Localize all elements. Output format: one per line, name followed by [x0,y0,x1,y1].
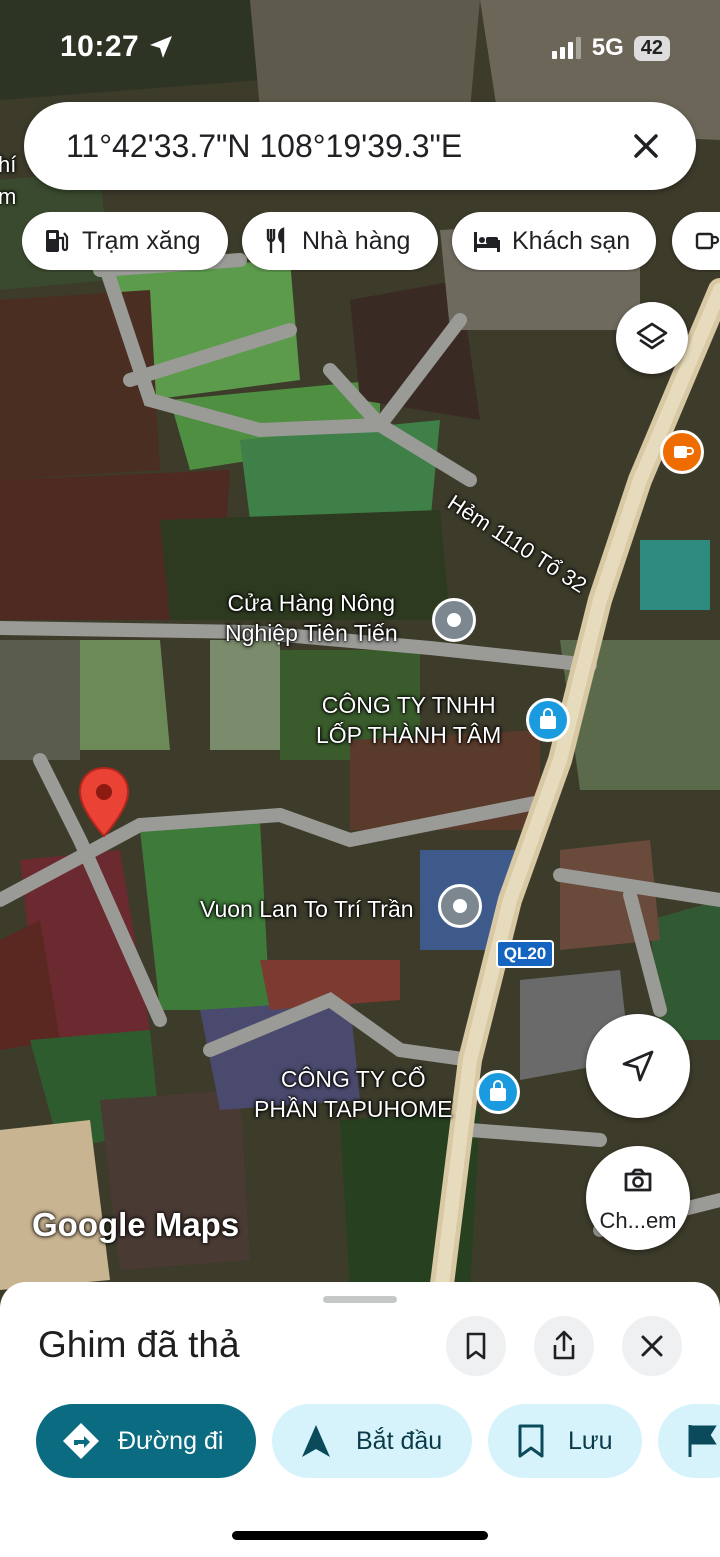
edge-place-label: hí [0,152,17,177]
sheet-title: Ghim đã thả [38,1324,240,1365]
shopping-marker[interactable] [476,1070,520,1114]
action-buttons: Đường đi Bắt đầu Lưu [0,1404,720,1480]
google-maps-watermark: Google Maps [32,1206,240,1243]
share-button[interactable] [534,1316,594,1376]
chip-cafe[interactable] [672,212,720,270]
my-location-button[interactable] [586,1014,690,1118]
place-label[interactable]: Vuon Lan To Trí Trần [200,894,414,924]
chip-label: Nhà hàng [302,226,411,255]
layers-button[interactable] [616,302,688,374]
coffee-cup-icon [674,446,694,458]
place-marker[interactable] [432,598,476,642]
place-name-line1: Cửa Hàng Nông [227,590,396,616]
road-shield: QL20 [496,940,554,968]
place-name-line2: LỐP THÀNH TÂM [316,722,502,748]
coffee-cup-icon [695,232,720,250]
save-label: Lưu [568,1426,613,1455]
sheet-drag-handle[interactable] [323,1296,397,1303]
place-name-line2: PHẦN TAPUHOME [254,1096,453,1122]
label-button[interactable] [658,1404,720,1478]
chip-hotel[interactable]: Khách sạn [452,212,656,270]
chip-label: Trạm xăng [82,226,201,255]
close-icon [641,1335,663,1357]
chip-restaurant[interactable]: Nhà hàng [242,212,438,270]
shopping-bag-icon [490,1080,506,1101]
status-time: 10:27 [60,30,140,63]
close-sheet-button[interactable] [622,1316,682,1376]
place-label[interactable]: CÔNG TY CỔ PHẦN TAPUHOME [254,1064,453,1124]
share-icon [553,1330,575,1360]
home-indicator[interactable] [232,1531,488,1540]
save-button[interactable]: Lưu [488,1404,642,1478]
place-sheet: Ghim đã thả Đường đi Bắt đầu Lưu [0,1282,720,1557]
place-name-line1: CÔNG TY TNHH [321,692,496,718]
place-name-line2: Nghiệp Tiên Tiến [225,620,398,646]
bookmark-icon [518,1424,544,1458]
battery-level: 42 [633,35,670,61]
place-marker[interactable] [438,884,482,928]
place-name-line1: CÔNG TY CỔ [280,1066,426,1092]
search-query[interactable]: 11°42'33.7"N 108°19'39.3"E [66,128,462,165]
place-label[interactable]: Cửa Hàng Nông Nghiệp Tiên Tiến [225,588,398,648]
network-type: 5G [591,34,624,61]
category-chips: Trạm xăng Nhà hàng Khách sạn [22,212,720,272]
navigation-arrow-icon [302,1425,330,1457]
gas-station-icon [46,230,69,252]
status-bar: 10:27 5G 42 [0,0,720,96]
flag-icon [688,1425,717,1457]
camera-button[interactable]: Ch...em [586,1146,690,1250]
start-button[interactable]: Bắt đầu [272,1404,472,1478]
hotel-icon [474,232,500,252]
location-dot-icon [447,613,461,627]
chip-gas-station[interactable]: Trạm xăng [22,212,228,270]
shopping-bag-icon [540,708,556,729]
restaurant-icon [266,227,285,253]
camera-label: Ch...em [599,1208,677,1233]
directions-label: Đường đi [118,1426,224,1455]
location-services-icon [150,36,172,58]
layers-icon [636,322,668,350]
dropped-pin-icon[interactable] [78,766,130,838]
cafe-marker[interactable] [660,430,704,474]
bookmark-icon [466,1332,486,1360]
directions-icon [63,1423,99,1459]
status-indicators: 5G 42 [551,34,670,62]
location-dot-icon [453,899,467,913]
navigation-arrow-icon [622,1050,654,1082]
edge-place-label: m [0,184,17,209]
search-bar[interactable]: 11°42'33.7"N 108°19'39.3"E [24,102,696,190]
place-label[interactable]: CÔNG TY TNHH LỐP THÀNH TÂM [316,690,501,750]
close-icon[interactable] [622,122,670,170]
shopping-marker[interactable] [526,698,570,742]
directions-button[interactable]: Đường đi [36,1404,256,1478]
camera-icon [624,1168,652,1192]
chip-label: Khách sạn [512,226,631,255]
save-icon-button[interactable] [446,1316,506,1376]
cellular-signal-icon [551,37,581,59]
start-label: Bắt đầu [356,1426,443,1455]
